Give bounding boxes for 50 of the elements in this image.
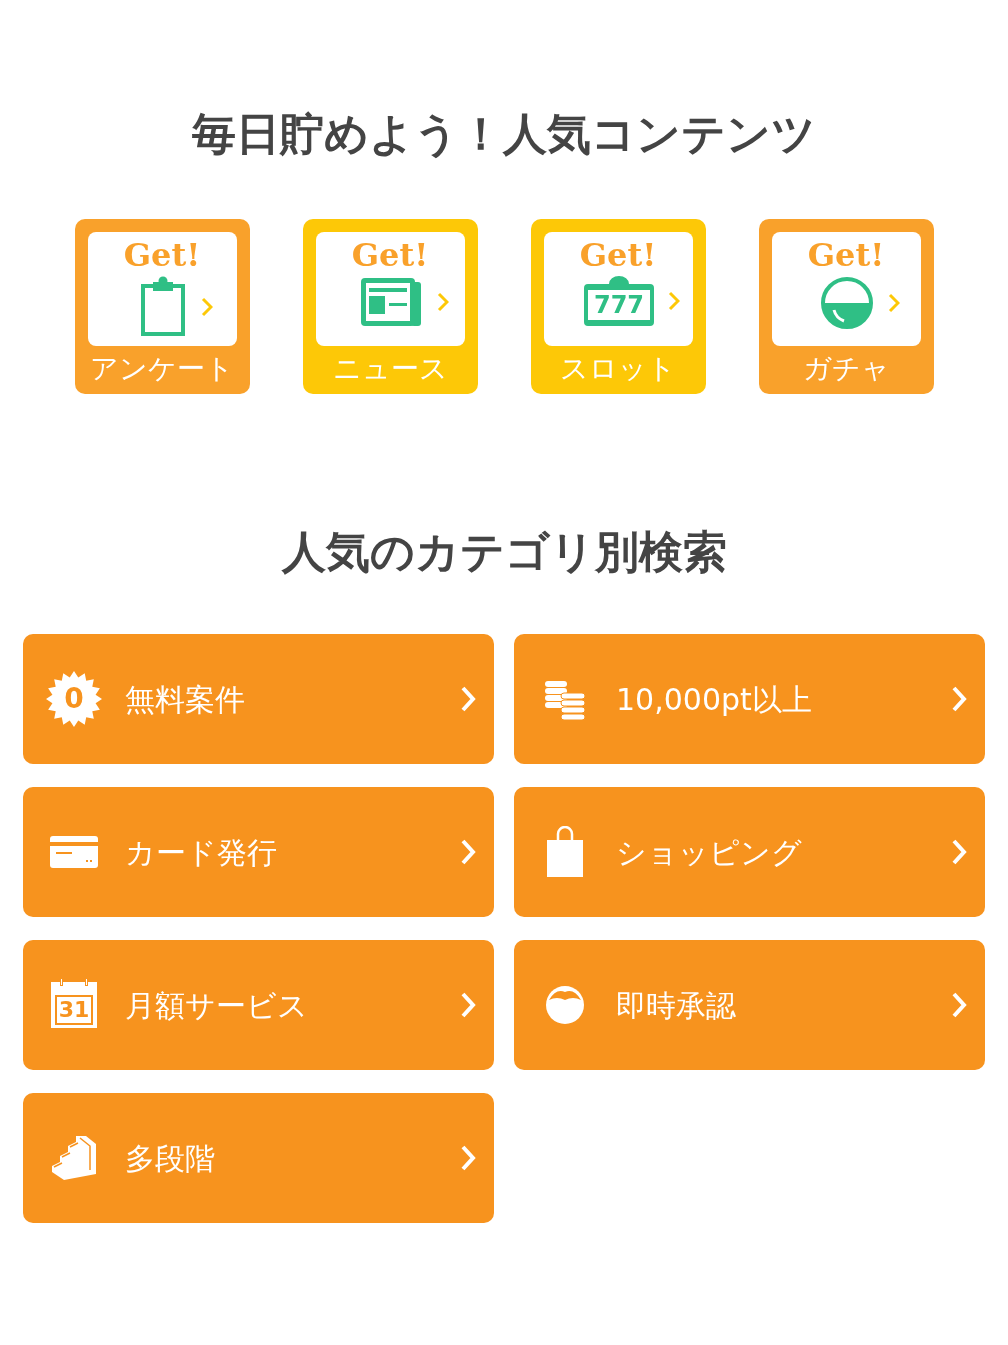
chevron-right-icon bbox=[951, 838, 967, 866]
capsule-icon bbox=[820, 276, 874, 330]
category-button[interactable]: ショッピング bbox=[514, 787, 985, 917]
slot-reels: 777 bbox=[587, 290, 651, 320]
get-label: Get! bbox=[807, 236, 885, 274]
shopping-bag-icon bbox=[546, 826, 584, 878]
get-label: Get! bbox=[123, 236, 201, 274]
get-label: Get! bbox=[351, 236, 429, 274]
clipboard-icon bbox=[139, 276, 187, 338]
category-label: ショッピング bbox=[616, 833, 803, 872]
credit-card-icon bbox=[50, 836, 98, 868]
section-title: 人気のカテゴリ別検索 bbox=[280, 525, 728, 579]
seal-icon bbox=[46, 671, 102, 727]
calendar-date: 31 bbox=[55, 995, 93, 1025]
content-tile[interactable]: Get! アンケート bbox=[74, 219, 250, 394]
category-button[interactable]: 多段階 bbox=[23, 1093, 494, 1223]
stairs-icon bbox=[50, 1134, 98, 1182]
category-label: 即時承認 bbox=[616, 986, 737, 1025]
category-label: 月額サービス bbox=[125, 986, 309, 1025]
category-button[interactable]: 31 月額サービス bbox=[23, 940, 494, 1070]
category-button[interactable]: 10,000pt以上 bbox=[514, 634, 985, 764]
head-icon bbox=[544, 984, 586, 1026]
content-tile[interactable]: Get! 777 スロット bbox=[530, 219, 706, 394]
category-button[interactable]: 0 無料案件 bbox=[23, 634, 494, 764]
chevron-right-icon bbox=[460, 838, 476, 866]
category-button[interactable]: カード発行 bbox=[23, 787, 494, 917]
category-label: カード発行 bbox=[125, 833, 278, 872]
tile-label: アンケート bbox=[90, 351, 234, 387]
section-title: 毎日貯めよう！人気コンテンツ bbox=[191, 107, 817, 161]
get-label: Get! bbox=[579, 236, 657, 274]
tile-label: ガチャ bbox=[802, 351, 890, 387]
chevron-right-icon bbox=[460, 1144, 476, 1172]
tile-label: ニュース bbox=[332, 351, 448, 387]
chevron-right-icon bbox=[437, 292, 449, 312]
chevron-right-icon bbox=[951, 685, 967, 713]
category-label: 10,000pt以上 bbox=[616, 680, 813, 719]
chevron-right-icon bbox=[201, 297, 213, 317]
category-label: 無料案件 bbox=[125, 680, 246, 719]
category-label: 多段階 bbox=[125, 1139, 216, 1178]
tile-label: スロット bbox=[560, 351, 676, 387]
chevron-right-icon bbox=[460, 991, 476, 1019]
seal-number: 0 bbox=[64, 685, 84, 713]
chevron-right-icon bbox=[460, 685, 476, 713]
chevron-right-icon bbox=[888, 293, 900, 313]
category-button[interactable]: 即時承認 bbox=[514, 940, 985, 1070]
newspaper-icon bbox=[359, 276, 423, 328]
content-tile[interactable]: Get! ガチャ bbox=[758, 219, 934, 394]
chevron-right-icon bbox=[668, 291, 680, 311]
content-tile[interactable]: Get! ニュース bbox=[302, 219, 478, 394]
chevron-right-icon bbox=[951, 991, 967, 1019]
